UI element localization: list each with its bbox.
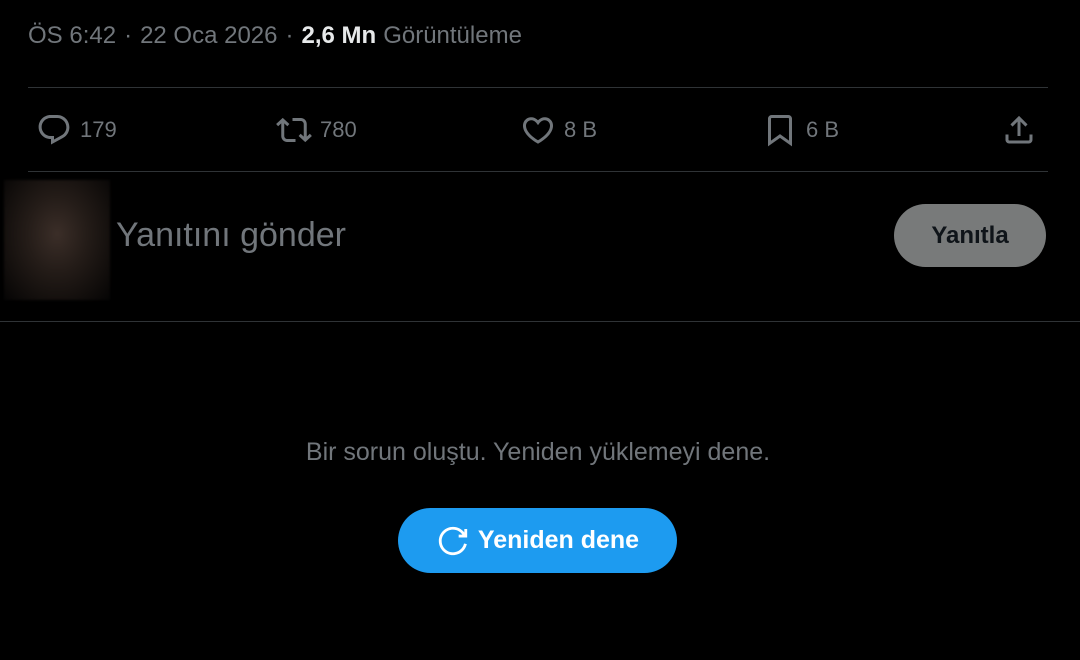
bookmark-icon — [768, 115, 792, 147]
refresh-icon — [438, 526, 468, 555]
tweet-time: ÖS 6:42 — [28, 22, 117, 49]
tweet-timestamp-link[interactable]: ÖS 6:42 · 22 Oca 2026 — [28, 22, 278, 50]
tweet-detail-panel: ÖS 6:42 · 22 Oca 2026 · 2,6 Mn Görüntüleme… — [0, 0, 1080, 660]
meta-separator: · — [124, 22, 133, 49]
retweet-action[interactable]: 780 — [276, 108, 357, 152]
divider — [28, 87, 1048, 88]
reply-button[interactable]: Yanıtla — [894, 204, 1046, 267]
tweet-meta: ÖS 6:42 · 22 Oca 2026 · 2,6 Mn Görüntüleme — [28, 22, 522, 50]
like-action[interactable]: 8 B — [520, 108, 597, 152]
share-icon — [1005, 115, 1033, 144]
meta-separator: · — [285, 22, 294, 49]
like-icon — [522, 117, 554, 144]
bookmark-action[interactable]: 6 B — [762, 108, 839, 152]
divider — [0, 321, 1080, 322]
reply-action[interactable]: 179 — [36, 108, 117, 152]
share-action[interactable] — [1001, 108, 1037, 152]
bookmark-count: 6 B — [806, 117, 840, 142]
reply-icon — [38, 115, 70, 145]
retweet-icon — [276, 117, 312, 143]
retry-button[interactable]: Yeniden dene — [398, 508, 677, 573]
reply-input[interactable] — [116, 210, 816, 260]
like-count: 8 B — [564, 117, 598, 142]
divider — [28, 171, 1048, 172]
views-count: 2,6 Mn — [301, 22, 377, 49]
error-message: Bir sorun oluştu. Yeniden yüklemeyi dene… — [305, 438, 771, 466]
user-avatar[interactable] — [4, 180, 110, 300]
tweet-date: 22 Oca 2026 — [140, 22, 278, 49]
retry-label: Yeniden dene — [477, 526, 640, 554]
retweet-count: 780 — [320, 117, 357, 142]
views-label: Görüntüleme — [383, 22, 522, 49]
reply-count: 179 — [80, 117, 117, 142]
